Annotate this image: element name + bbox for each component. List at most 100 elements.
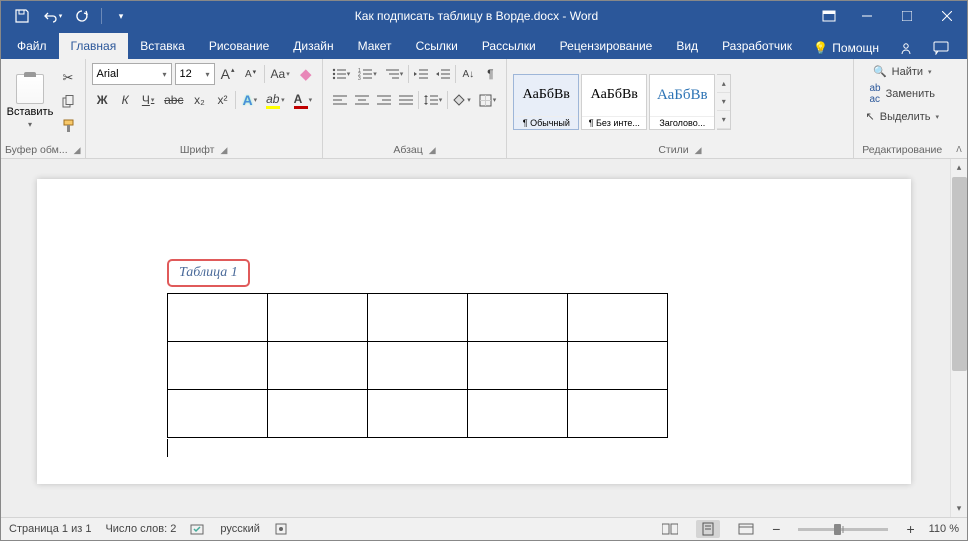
table-row[interactable] (168, 294, 668, 342)
word-count[interactable]: Число слов: 2 (105, 523, 176, 535)
window-controls (847, 1, 967, 31)
scroll-up-button[interactable]: ▴ (951, 159, 967, 176)
font-size-select[interactable]: 12▾ (175, 63, 215, 85)
print-layout-button[interactable] (696, 520, 720, 538)
zoom-level[interactable]: 110 % (929, 523, 959, 535)
redo-icon[interactable] (69, 3, 95, 29)
bold-button[interactable]: Ж (92, 89, 112, 111)
underline-button[interactable]: Ч▾ (138, 89, 158, 111)
tab-review[interactable]: Рецензирование (548, 33, 665, 59)
style-normal[interactable]: АаБбВв ¶ Обычный (513, 74, 579, 130)
style-heading1[interactable]: АаБбВв Заголово... (649, 74, 715, 130)
tab-view[interactable]: Вид (664, 33, 710, 59)
page-indicator[interactable]: Страница 1 из 1 (9, 523, 91, 535)
tab-references[interactable]: Ссылки (404, 33, 470, 59)
scroll-down-button[interactable]: ▾ (951, 500, 967, 517)
italic-button[interactable]: К (115, 89, 135, 111)
group-paragraph: ▾ 123▾ ▾ A↓ ¶ ▾ ▾ ▾ Абза (323, 59, 508, 158)
tab-mailings[interactable]: Рассылки (470, 33, 548, 59)
increase-indent-button[interactable] (433, 63, 453, 85)
styles-scroll-down[interactable]: ▾ (717, 93, 730, 111)
select-label: Выделить (880, 111, 931, 123)
bullets-button[interactable]: ▾ (329, 63, 354, 85)
comments-button[interactable] (927, 37, 955, 59)
qat-customize-icon[interactable]: ▾ (108, 3, 134, 29)
tell-me-button[interactable]: 💡Помощн (807, 37, 885, 59)
clear-formatting-button[interactable]: ◆ (296, 63, 316, 85)
vertical-scrollbar[interactable]: ▴ ▾ (950, 159, 967, 517)
table-row[interactable] (168, 342, 668, 390)
document-table[interactable] (167, 293, 668, 438)
find-button[interactable]: 🔍Найти▾ (869, 63, 936, 80)
highlight-button[interactable]: ab▾ (263, 89, 288, 111)
superscript-button[interactable]: x² (212, 89, 232, 111)
spellcheck-button[interactable] (190, 522, 206, 536)
tab-design[interactable]: Дизайн (281, 33, 345, 59)
tab-home[interactable]: Главная (59, 33, 129, 59)
tab-draw[interactable]: Рисование (197, 33, 281, 59)
grow-font-button[interactable]: A▴ (218, 63, 238, 85)
zoom-out-button[interactable]: − (772, 521, 780, 537)
subscript-button[interactable]: x₂ (189, 89, 209, 111)
save-icon[interactable] (9, 3, 35, 29)
group-font: Arial▾ 12▾ A▴ A▾ Aa▾ ◆ Ж К Ч▾ abc x₂ x² … (86, 59, 323, 158)
table-row[interactable] (168, 390, 668, 438)
web-layout-button[interactable] (734, 520, 758, 538)
collapse-ribbon-button[interactable]: ᐱ (956, 145, 961, 154)
borders-button[interactable]: ▾ (476, 89, 500, 111)
undo-icon[interactable]: ▾ (39, 3, 65, 29)
style-preview: АаБбВв (514, 75, 578, 116)
decrease-indent-button[interactable] (411, 63, 431, 85)
style-no-spacing[interactable]: АаБбВв ¶ Без инте... (581, 74, 647, 130)
select-button[interactable]: ↖Выделить▾ (862, 108, 943, 125)
table-caption[interactable]: Таблица 1 (167, 259, 250, 287)
zoom-slider-thumb[interactable] (834, 524, 841, 535)
strikethrough-button[interactable]: abc (161, 89, 186, 111)
language-indicator[interactable]: русский (220, 523, 259, 535)
tell-me-label: Помощн (832, 41, 879, 55)
justify-button[interactable] (396, 89, 416, 111)
paragraph-dialog-launcher[interactable]: ◢ (429, 145, 436, 156)
change-case-button[interactable]: Aa▾ (268, 63, 293, 85)
tab-insert[interactable]: Вставка (128, 33, 197, 59)
font-dialog-launcher[interactable]: ◢ (220, 145, 227, 156)
page-scroll[interactable]: Таблица 1 (1, 159, 950, 517)
styles-dialog-launcher[interactable]: ◢ (695, 145, 702, 156)
font-name-select[interactable]: Arial▾ (92, 63, 172, 85)
read-mode-button[interactable] (658, 520, 682, 538)
page[interactable]: Таблица 1 (37, 179, 911, 484)
share-button[interactable] (893, 37, 919, 59)
sort-button[interactable]: A↓ (458, 63, 478, 85)
cut-button[interactable]: ✂ (57, 67, 79, 89)
tab-layout[interactable]: Макет (346, 33, 404, 59)
clipboard-dialog-launcher[interactable]: ◢ (74, 145, 81, 156)
align-left-button[interactable] (330, 89, 350, 111)
align-center-button[interactable] (352, 89, 372, 111)
ribbon: Вставить ▾ ✂ Буфер обм...◢ Arial▾ 12▾ A▴… (1, 59, 967, 159)
numbering-button[interactable]: 123▾ (355, 63, 380, 85)
zoom-in-button[interactable]: + (906, 521, 914, 537)
multilevel-list-button[interactable]: ▾ (382, 63, 407, 85)
tab-developer[interactable]: Разработчик (710, 33, 804, 59)
shrink-font-button[interactable]: A▾ (241, 63, 261, 85)
ribbon-display-options-icon[interactable] (811, 1, 847, 31)
align-right-button[interactable] (374, 89, 394, 111)
scroll-thumb[interactable] (952, 177, 967, 371)
paste-button[interactable]: Вставить ▾ (5, 65, 55, 139)
line-spacing-button[interactable]: ▾ (421, 89, 446, 111)
copy-button[interactable] (57, 91, 79, 113)
show-marks-button[interactable]: ¶ (480, 63, 500, 85)
font-color-button[interactable]: A▾ (291, 89, 316, 111)
replace-button[interactable]: abacЗаменить (865, 81, 939, 107)
styles-expand[interactable]: ▾ (717, 111, 730, 129)
tab-file[interactable]: Файл (5, 33, 59, 59)
maximize-button[interactable] (887, 1, 927, 31)
shading-button[interactable]: ▾ (450, 89, 474, 111)
styles-scroll-up[interactable]: ▴ (717, 75, 730, 93)
zoom-slider[interactable] (798, 528, 888, 531)
minimize-button[interactable] (847, 1, 887, 31)
macro-button[interactable] (274, 522, 288, 536)
text-effects-button[interactable]: A▾ (239, 89, 260, 111)
close-button[interactable] (927, 1, 967, 31)
format-painter-button[interactable] (57, 115, 79, 137)
